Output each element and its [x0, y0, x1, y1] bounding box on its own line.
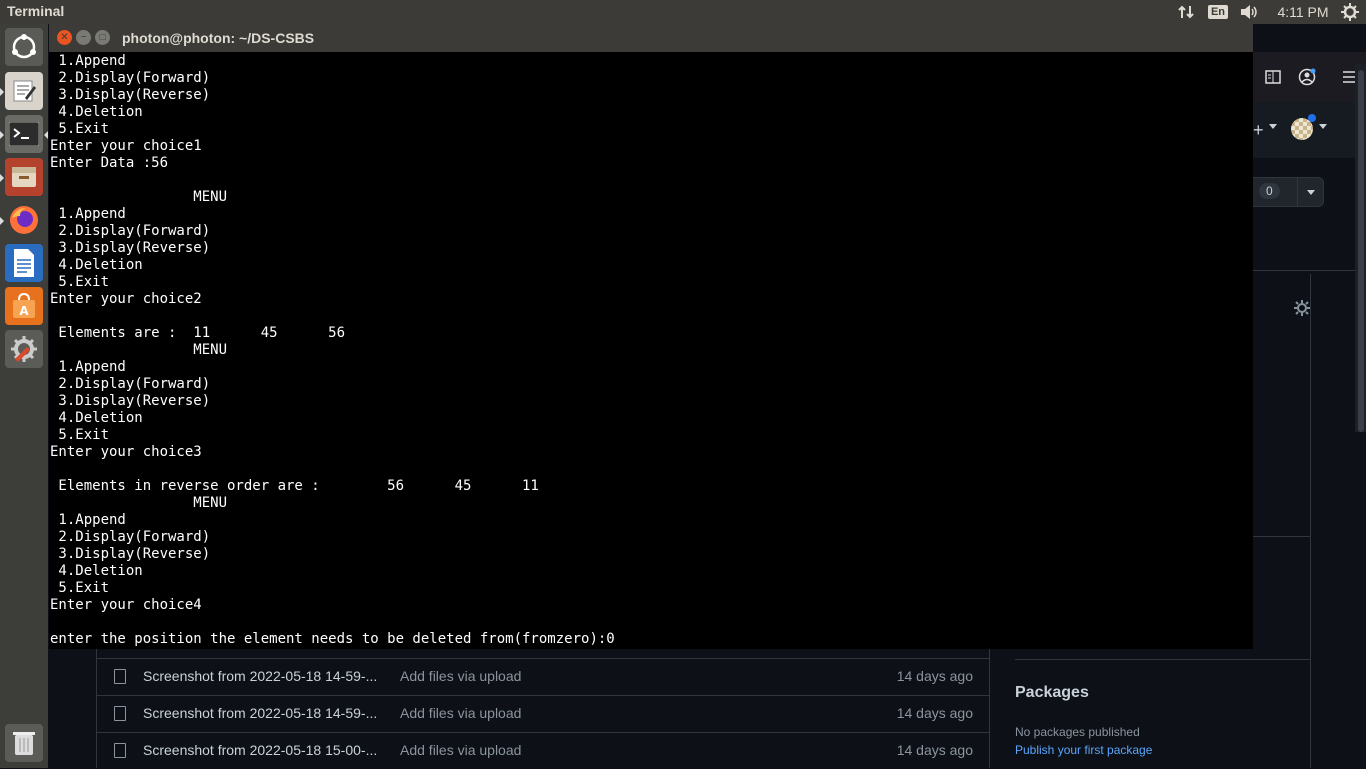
terminal-line: Elements are : 11 45 56	[50, 325, 346, 341]
terminal-line: 3.Display(Reverse)	[50, 546, 211, 562]
counter-badge: 0	[1259, 183, 1280, 199]
caret-down-icon[interactable]	[1307, 190, 1315, 195]
terminal-line: Enter your choice3	[50, 444, 202, 460]
terminal-line: 1.Append	[50, 206, 126, 222]
file-name[interactable]: Screenshot from 2022-05-18 14-59-...	[143, 705, 377, 721]
browser-toolbar	[1253, 52, 1366, 102]
file-name[interactable]: Screenshot from 2022-05-18 15-00-...	[143, 742, 377, 758]
github-header: +	[1253, 102, 1366, 158]
system-settings-icon[interactable]	[5, 330, 43, 368]
terminal-titlebar[interactable]: ✕ − □ photon@photon: ~/DS-CSBS	[49, 24, 1253, 52]
terminal-line: 1.Append	[50, 512, 126, 528]
terminal-line: 4.Deletion	[50, 410, 143, 426]
packages-heading[interactable]: Packages	[1015, 684, 1089, 702]
terminal-line: 4.Deletion	[50, 563, 143, 579]
file-manager-icon[interactable]	[5, 158, 43, 196]
commit-message[interactable]: Add files via upload	[400, 668, 521, 684]
terminal-line: 4.Deletion	[50, 104, 143, 120]
terminal-line: MENU	[50, 342, 228, 358]
close-window-button[interactable]: ✕	[57, 30, 72, 45]
no-packages-text: No packages published	[1015, 725, 1140, 739]
star-button-group[interactable]: 0	[1253, 177, 1324, 207]
top-panel: Terminal En 4:11 PM	[0, 0, 1366, 24]
network-icon[interactable]	[1175, 0, 1197, 24]
file-name[interactable]: Screenshot from 2022-05-18 14-59-...	[143, 668, 377, 684]
minimize-window-button[interactable]: −	[76, 30, 91, 45]
terminal-line: Enter Data :56	[50, 155, 169, 171]
terminal-line: Elements in reverse order are : 56 45 11	[50, 478, 539, 494]
terminal-line: enter the position the element needs to …	[50, 631, 615, 647]
running-indicator	[0, 174, 4, 182]
file-icon	[114, 706, 126, 721]
terminal-line: 4.Deletion	[50, 257, 143, 273]
file-row[interactable]: Screenshot from 2022-05-18 14-59-... Add…	[96, 658, 989, 695]
terminal-line: 3.Display(Reverse)	[50, 393, 211, 409]
commit-age: 14 days ago	[896, 705, 973, 721]
text-editor-icon[interactable]	[5, 72, 43, 110]
power-gear-icon[interactable]	[1339, 0, 1361, 24]
running-indicator	[0, 88, 4, 96]
clock[interactable]: 4:11 PM	[1270, 0, 1336, 24]
trash-icon[interactable]	[5, 724, 43, 762]
file-icon	[114, 743, 126, 758]
terminal-line: 5.Exit	[50, 427, 110, 443]
divider	[1253, 270, 1366, 271]
terminal-line: 2.Display(Forward)	[50, 223, 211, 239]
terminal-output[interactable]: 1.Append 2.Display(Forward) 3.Display(Re…	[50, 53, 1250, 649]
terminal-title: photon@photon: ~/DS-CSBS	[122, 30, 315, 46]
commit-message[interactable]: Add files via upload	[400, 742, 521, 758]
commit-age: 14 days ago	[896, 668, 973, 684]
terminal-line: 2.Display(Forward)	[50, 529, 211, 545]
file-row[interactable]: Screenshot from 2022-05-18 14-59-... Add…	[96, 695, 989, 732]
terminal-line: MENU	[50, 189, 228, 205]
volume-icon[interactable]	[1238, 0, 1260, 24]
launcher: A	[0, 24, 48, 768]
account-icon[interactable]	[1298, 68, 1316, 91]
terminal-line: 3.Display(Reverse)	[50, 240, 211, 256]
divider	[1015, 659, 1311, 660]
libreoffice-writer-icon[interactable]	[5, 244, 43, 282]
create-new-icon[interactable]: +	[1253, 120, 1264, 141]
terminal-icon[interactable]	[5, 115, 43, 153]
scrollbar-thumb[interactable]	[1358, 70, 1364, 432]
active-app-title: Terminal	[7, 3, 65, 19]
terminal-line: 5.Exit	[50, 274, 110, 290]
caret-down-icon	[1319, 124, 1327, 129]
publish-package-link[interactable]: Publish your first package	[1015, 743, 1152, 757]
divider	[1310, 274, 1311, 768]
reader-view-icon[interactable]	[1265, 70, 1281, 89]
terminal-line: 5.Exit	[50, 121, 110, 137]
terminal-line: Enter your choice1	[50, 138, 202, 154]
terminal-line: 2.Display(Forward)	[50, 376, 211, 392]
file-icon	[114, 669, 126, 684]
terminal-line: 1.Append	[50, 359, 126, 375]
running-indicator	[0, 131, 4, 139]
divider	[1253, 536, 1310, 537]
terminal-line: 2.Display(Forward)	[50, 70, 211, 86]
terminal-line: 5.Exit	[50, 580, 110, 596]
commit-age: 14 days ago	[896, 742, 973, 758]
settings-gear-icon[interactable]	[1294, 300, 1310, 321]
commit-message[interactable]: Add files via upload	[400, 705, 521, 721]
terminal-line: MENU	[50, 495, 228, 511]
maximize-window-button[interactable]: □	[95, 30, 110, 45]
terminal-line: 1.Append	[50, 53, 126, 69]
running-indicator	[0, 217, 4, 225]
file-row[interactable]: Screenshot from 2022-05-18 15-00-... Add…	[96, 732, 989, 769]
svg-text:A: A	[19, 304, 29, 318]
dash-home-icon[interactable]	[5, 28, 43, 66]
file-list-border	[989, 649, 990, 768]
keyboard-layout-label: En	[1207, 5, 1229, 19]
caret-down-icon	[1269, 124, 1277, 129]
divider	[1297, 178, 1298, 206]
terminal-window: ✕ − □ photon@photon: ~/DS-CSBS 1.Append …	[49, 24, 1253, 649]
terminal-line: 3.Display(Reverse)	[50, 87, 211, 103]
ubuntu-software-icon[interactable]: A	[5, 287, 43, 325]
notification-dot-icon	[1308, 114, 1316, 122]
terminal-line: Enter your choice2	[50, 291, 202, 307]
firefox-icon[interactable]	[5, 201, 43, 239]
terminal-line: Enter your choice4	[50, 597, 202, 613]
keyboard-layout-indicator[interactable]: En	[1207, 0, 1229, 24]
